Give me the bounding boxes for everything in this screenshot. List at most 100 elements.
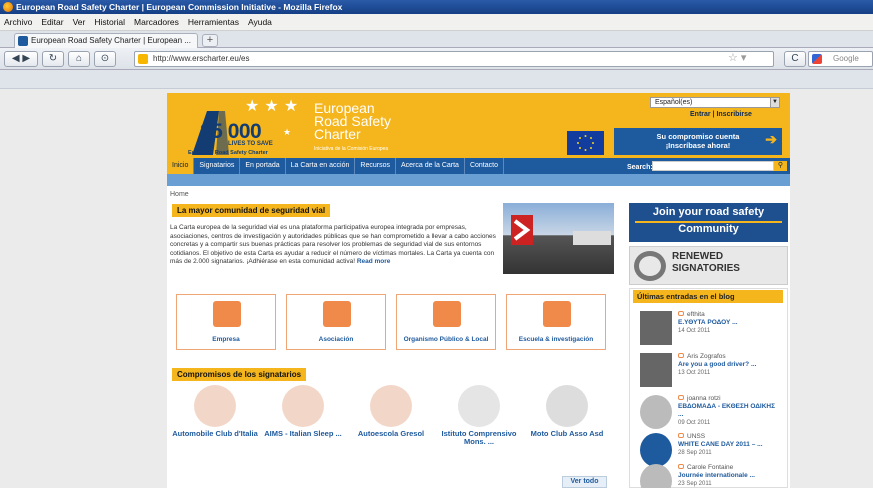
category-escuela[interactable]: Escuela & investigación [506, 294, 606, 350]
reload-icon[interactable]: C [784, 51, 806, 67]
signatory-name: Moto Club Asso Asd [530, 429, 604, 438]
breadcrumb[interactable]: Home [170, 191, 189, 198]
language-value: Español(es) [655, 99, 693, 106]
history-icon[interactable]: ↻ [42, 51, 64, 67]
signatory-item[interactable]: Autoescola Gresol [346, 385, 436, 438]
avatar [640, 353, 672, 387]
bookmark-star-icon[interactable]: ☆ ▾ [728, 51, 746, 64]
nav-en-portada[interactable]: En portada [240, 158, 286, 174]
eu-flag-icon [567, 131, 604, 155]
signatory-name: AIMS - Italian Sleep ... [264, 429, 342, 438]
stop-icon[interactable]: ⊙ [94, 51, 116, 67]
search-icon[interactable]: ⚲ [774, 161, 787, 171]
navigation-toolbar: ◀ ▶ ↻ ⌂ ⊙ http://www.erscharter.eu/es ☆ … [0, 48, 873, 70]
menu-historial[interactable]: Historial [94, 17, 125, 27]
see-all-button[interactable]: Ver todo [562, 476, 607, 488]
post-date: 09 Oct 2011 [678, 420, 711, 426]
category-label: Asociación [318, 336, 354, 343]
brand-title[interactable]: European Road Safety Charter [314, 101, 444, 142]
avatar [640, 395, 672, 429]
signatory-item[interactable]: Automobile Club d'Italia [170, 385, 260, 438]
signatory-name: Istituto Comprensivo Mons. ... [441, 429, 517, 446]
istituto-logo-icon [458, 385, 500, 427]
blog-post[interactable]: Carole Fontaine Journée internationale .… [640, 464, 780, 488]
category-organismo[interactable]: Organismo Público & Local [396, 294, 496, 350]
chevron-down-icon: ▼ [770, 98, 779, 107]
blog-post[interactable]: joanna rotzi ΕΒΔΟΜΑΔΑ - ΕΚΘΕΣΗ ΟΔΙΚΗΣ ..… [640, 395, 780, 433]
blog-post[interactable]: Aris Zografos Are you a good driver? ...… [640, 353, 780, 391]
post-title[interactable]: ΕΒΔΟΜΑΔΑ - ΕΚΘΕΣΗ ΟΔΙΚΗΣ ... [678, 403, 778, 419]
comment-icon [678, 464, 684, 469]
blog-title: Últimas entradas en el blog [633, 290, 783, 303]
category-asociacion[interactable]: Asociación [286, 294, 386, 350]
url-bar[interactable]: http://www.erscharter.eu/es [134, 51, 774, 67]
brand-subtitle: Iniciativa de la Comisión Europea [314, 146, 389, 152]
menu-editar[interactable]: Editar [41, 17, 63, 27]
svg-text:★ ★ ★: ★ ★ ★ [245, 96, 298, 115]
category-label: Escuela & investigación [518, 336, 594, 343]
post-date: 23 Sep 2011 [678, 481, 712, 487]
category-empresa[interactable]: Empresa [176, 294, 276, 350]
comment-icon [678, 433, 684, 438]
signatory-item[interactable]: Istituto Comprensivo Mons. ... [434, 385, 524, 446]
motoclub-logo-icon [546, 385, 588, 427]
arrow-right-icon: ➔ [765, 131, 777, 147]
menu-herramientas[interactable]: Herramientas [188, 17, 239, 27]
signatory-item[interactable]: AIMS - Italian Sleep ... [258, 385, 348, 438]
post-title[interactable]: WHITE CANE DAY 2011 – ... [678, 441, 778, 449]
join-community-banner[interactable]: Join your road safety Community [629, 203, 788, 242]
avatar [640, 464, 672, 488]
commitments-title: Compromisos de los signatarios [172, 368, 307, 381]
avatar [640, 311, 672, 345]
post-date: 28 Sep 2011 [678, 450, 712, 456]
post-title[interactable]: Are you a good driver? ... [678, 361, 778, 369]
nav-contacto[interactable]: Contacto [465, 158, 504, 174]
nav-signatarios[interactable]: Signatarios [194, 158, 241, 174]
menu-archivo[interactable]: Archivo [4, 17, 32, 27]
post-title[interactable]: Journée internationale ... [678, 472, 778, 480]
signatory-item[interactable]: Moto Club Asso Asd [522, 385, 612, 438]
new-tab-button[interactable]: + [202, 34, 218, 47]
site-identity-icon [138, 54, 148, 64]
menu-ayuda[interactable]: Ayuda [248, 17, 272, 27]
autoescola-logo-icon [370, 385, 412, 427]
back-forward-button[interactable]: ◀ ▶ [4, 51, 38, 67]
read-more-link[interactable]: Read more [357, 258, 391, 265]
join-line-2: Community [678, 223, 739, 235]
nav-acerca[interactable]: Acerca de la Carta [396, 158, 465, 174]
sub-navigation-bar [167, 174, 790, 186]
signup-cta-button[interactable]: Su compromiso cuenta ¡Inscríbase ahora! … [614, 128, 782, 155]
login-links[interactable]: Entrar | Inscribirse [690, 111, 752, 118]
logo-subtitle: European Road Safety Charter [188, 150, 268, 156]
search-engine-name: Google [833, 54, 859, 63]
category-label: Organismo Público & Local [403, 336, 489, 343]
post-title[interactable]: Ε.ΥΘΥΤΑ ΡΟΔΟΥ ... [678, 319, 778, 327]
comment-icon [678, 395, 684, 400]
tab-erscharter[interactable]: European Road Safety Charter | European … [14, 33, 198, 48]
nav-carta-en-accion[interactable]: La Carta en acción [286, 158, 356, 174]
comment-icon [678, 353, 684, 358]
home-icon[interactable]: ⌂ [68, 51, 90, 67]
brand-line-3: Charter [314, 126, 361, 142]
cta-line-2: ¡Inscríbase ahora! [665, 141, 731, 150]
post-author: Aris Zografos [687, 353, 726, 360]
nav-recursos[interactable]: Recursos [355, 158, 396, 174]
nav-inicio[interactable]: Inicio [167, 158, 195, 174]
renewed-signatories-banner[interactable]: RENEWED SIGNATORIES [629, 246, 788, 285]
window-title: European Road Safety Charter | European … [16, 2, 343, 12]
search-engine-box[interactable]: Google [808, 51, 873, 67]
menu-marcadores[interactable]: Marcadores [134, 17, 179, 27]
post-author: joanna rotzi [687, 395, 721, 402]
intro-text: La Carta europea de la seguridad vial es… [170, 224, 496, 265]
divider [635, 221, 782, 223]
language-select[interactable]: Español(es) ▼ [650, 97, 780, 108]
intro-text-block: La Carta europea de la seguridad vial es… [170, 224, 500, 267]
blog-post[interactable]: efthita Ε.ΥΘΥΤΑ ΡΟΔΟΥ ... 14 Oct 2011 [640, 311, 780, 349]
tab-strip: European Road Safety Charter | European … [0, 31, 873, 48]
building-icon [433, 301, 461, 327]
google-icon [812, 54, 822, 64]
menu-ver[interactable]: Ver [73, 17, 86, 27]
post-author: efthita [687, 311, 705, 318]
site-search-input[interactable] [652, 161, 774, 171]
eu-stars [577, 135, 594, 151]
